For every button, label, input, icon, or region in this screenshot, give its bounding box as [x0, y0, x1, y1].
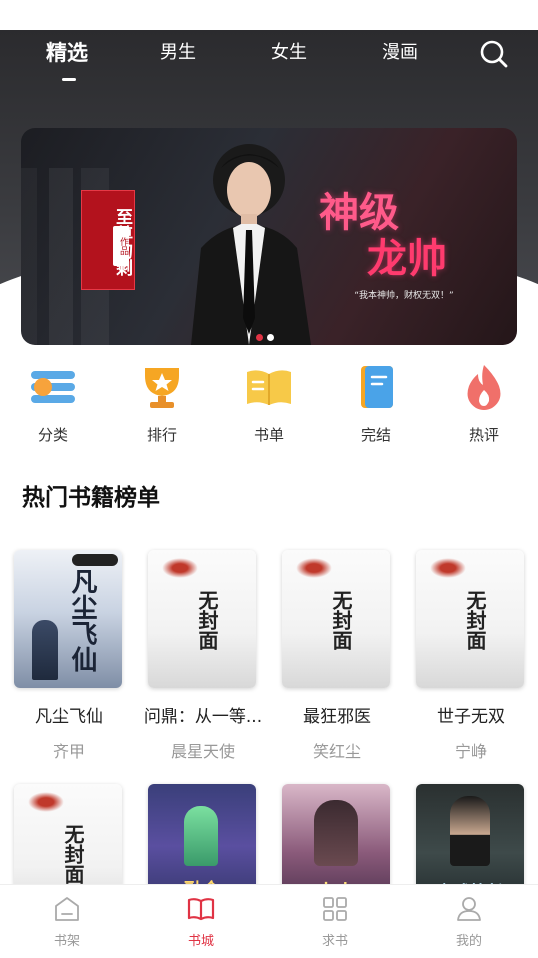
quick-entry-category[interactable]: 分类	[8, 360, 98, 450]
book-title: 凡尘飞仙	[35, 707, 103, 727]
book-cover-placeholder-text: 无封面	[329, 590, 353, 650]
active-tab-indicator	[62, 78, 76, 81]
banner-slogan: “我本神帅，财权无双！”	[354, 291, 454, 301]
book-city-icon	[187, 898, 215, 921]
promo-banner[interactable]: 至尊狗剩 作品 神级 龙帅 “我本神帅，财权无双！”	[21, 128, 517, 345]
book-cover-placeholder: 无封面	[148, 550, 256, 688]
nav-bookshelf[interactable]: 书架	[0, 885, 134, 958]
book-title: 问鼎：从一等...	[143, 707, 263, 727]
grid-request-icon	[323, 897, 347, 921]
quick-entry-booklist[interactable]: 书单	[224, 360, 314, 450]
nav-label: 书城	[187, 934, 214, 949]
quick-entry-label: 书单	[253, 426, 284, 444]
quick-entry-hot-reviews[interactable]: 热评	[439, 360, 529, 450]
book-author: 宁峥	[454, 742, 487, 761]
tab-male[interactable]: 男生	[133, 40, 223, 76]
nav-label: 书架	[53, 934, 80, 949]
ink-splash	[28, 792, 64, 812]
banner-book-title: 神级 龙帅	[319, 190, 489, 290]
top-tab-bar: 精选 男生 女生 漫画	[0, 30, 538, 90]
book-cover-placeholder: 无封面	[282, 550, 390, 688]
quick-entry-label: 排行	[146, 426, 177, 444]
banner-title-line2: 龙帅	[367, 235, 447, 282]
banner-dot[interactable]	[267, 334, 274, 341]
nav-label: 我的	[455, 934, 482, 949]
open-book-icon	[247, 370, 291, 405]
ink-splash	[430, 558, 466, 578]
nav-label: 求书	[321, 934, 348, 949]
bookshelf-icon	[55, 897, 79, 921]
book-cover-placeholder: 无封面	[416, 550, 524, 688]
book-cover-title: 凡尘飞仙	[67, 568, 97, 672]
book-cover-placeholder-text: 无封面	[463, 590, 487, 650]
user-profile-icon	[457, 897, 481, 921]
tab-comics[interactable]: 漫画	[355, 40, 445, 76]
book-title: 世子无双	[437, 707, 505, 727]
book-title: 最狂邪医	[303, 707, 371, 727]
banner-badge-tag: 作品	[113, 226, 129, 266]
list-category-icon	[31, 371, 75, 403]
tab-female[interactable]: 女生	[244, 40, 334, 76]
banner-title-line1: 神级	[319, 189, 399, 236]
quick-entry-label: 完结	[360, 426, 391, 444]
nav-profile[interactable]: 我的	[402, 885, 536, 958]
search-icon	[480, 40, 508, 68]
ink-splash	[296, 558, 332, 578]
book-cover: 凡尘飞仙	[14, 550, 122, 688]
search-button[interactable]	[478, 38, 510, 70]
quick-entry-completed[interactable]: 完结	[331, 360, 421, 450]
trophy-icon	[145, 368, 179, 408]
section-title-hot-books: 热门书籍榜单	[22, 485, 160, 511]
book-cover-placeholder-text: 无封面	[61, 824, 85, 884]
book-author: 晨星天使	[170, 742, 235, 761]
quick-entry-ranking[interactable]: 排行	[117, 360, 207, 450]
nav-book-city[interactable]: 书城	[134, 885, 268, 958]
nav-request-book[interactable]: 求书	[268, 885, 402, 958]
book-author: 齐甲	[52, 742, 85, 761]
quick-entry-label: 分类	[37, 426, 68, 444]
banner-character-illustration	[191, 144, 311, 345]
quick-entry-label: 热评	[468, 426, 499, 444]
quick-entry-row: 分类 排行 书单 完结 热评	[0, 360, 538, 450]
ink-splash	[162, 558, 198, 578]
status-bar	[0, 0, 538, 30]
tab-featured[interactable]: 精选	[22, 40, 112, 76]
notebook-icon	[361, 366, 393, 408]
bottom-navigation: 书架 书城 求书 我的	[0, 884, 538, 958]
book-cover-placeholder-text: 无封面	[195, 590, 219, 650]
flame-icon	[467, 365, 501, 410]
book-author: 笑红尘	[312, 742, 361, 761]
banner-pagination	[256, 326, 278, 341]
banner-dot-active[interactable]	[256, 334, 263, 341]
